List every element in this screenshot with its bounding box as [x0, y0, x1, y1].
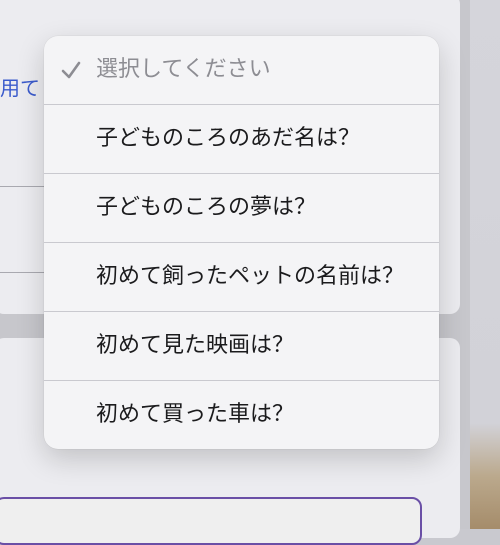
- dropdown-option-label: 子どものころのあだ名は？: [96, 126, 361, 151]
- dropdown-option-label: 子どものころの夢は？: [96, 195, 317, 220]
- dropdown-option[interactable]: 初めて飼ったペットの名前は？: [44, 242, 439, 311]
- focused-input-field[interactable]: [0, 497, 422, 545]
- divider-line: [0, 272, 46, 273]
- checkmark-icon: [61, 61, 81, 79]
- dropdown-option-label: 選択してください: [96, 57, 271, 82]
- dropdown-option[interactable]: 子どものころの夢は？: [44, 173, 439, 242]
- dropdown-option-label: 初めて見た映画は？: [96, 333, 295, 358]
- background-link-text[interactable]: 用て: [0, 72, 40, 101]
- security-question-dropdown[interactable]: 選択してください 子どものころのあだ名は？ 子どものころの夢は？ 初めて飼ったペ…: [44, 36, 439, 449]
- dropdown-option-label: 初めて飼ったペットの名前は？: [96, 264, 405, 289]
- dropdown-option[interactable]: 初めて見た映画は？: [44, 311, 439, 380]
- dropdown-option[interactable]: 初めて買った車は？: [44, 380, 439, 449]
- dropdown-option-placeholder[interactable]: 選択してください: [44, 36, 439, 104]
- background-edge: [470, 0, 500, 529]
- dropdown-option[interactable]: 子どものころのあだ名は？: [44, 104, 439, 173]
- divider-line: [0, 186, 46, 187]
- dropdown-option-label: 初めて買った車は？: [96, 402, 295, 427]
